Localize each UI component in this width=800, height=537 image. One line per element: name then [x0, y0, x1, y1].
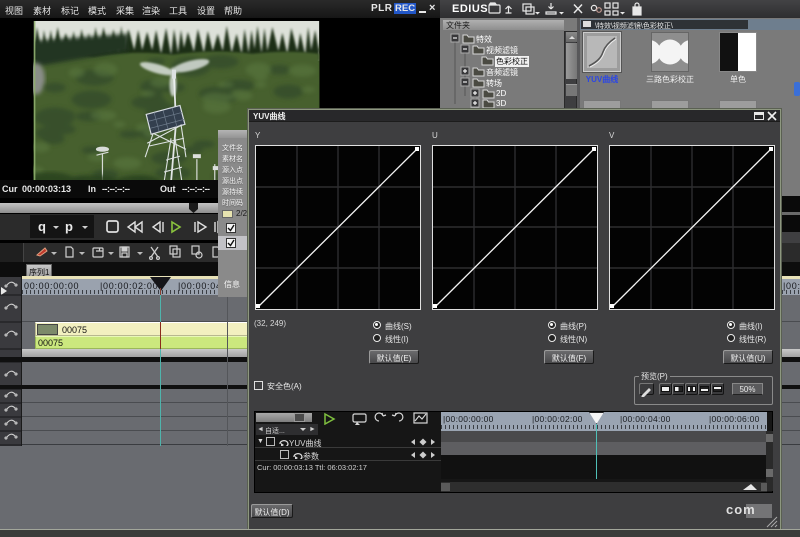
- svg-text:p: p: [65, 219, 73, 234]
- svg-text:q: q: [38, 219, 46, 234]
